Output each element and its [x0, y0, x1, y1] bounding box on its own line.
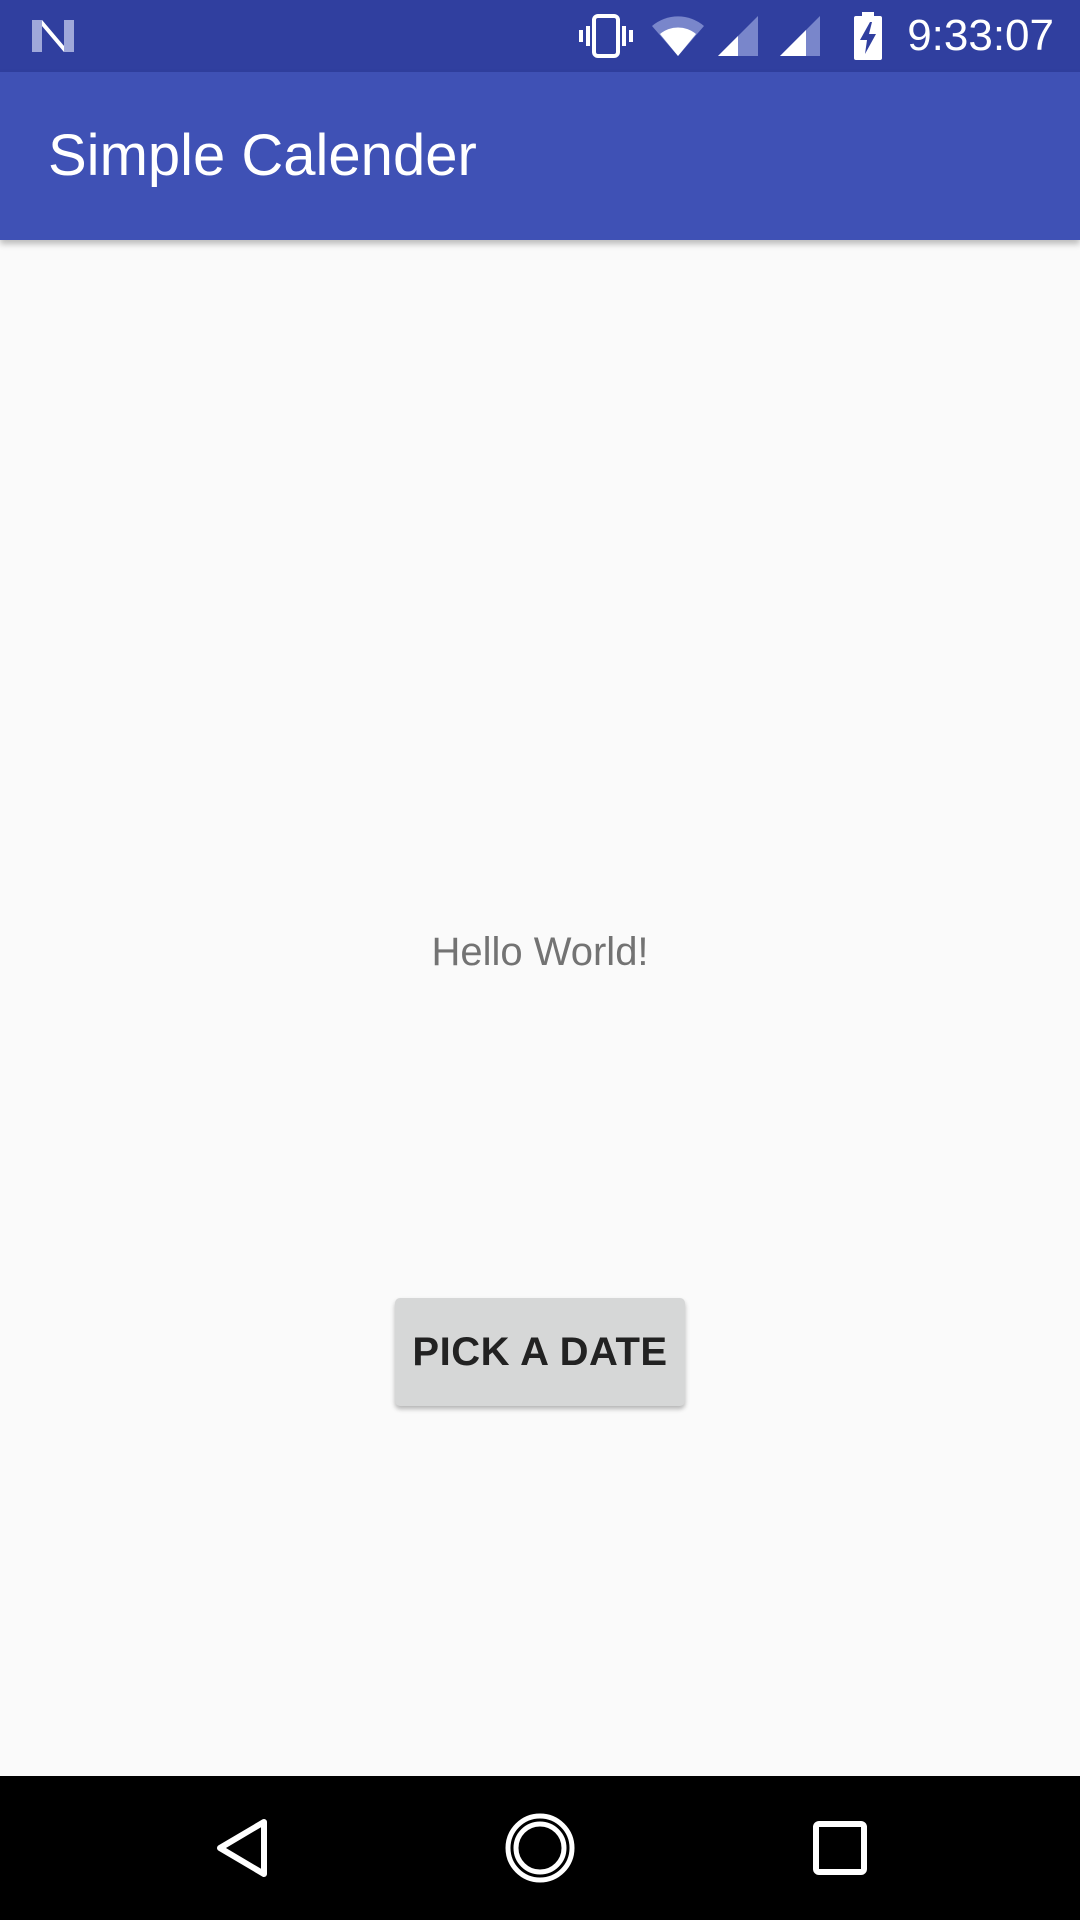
signal-icon [780, 16, 820, 56]
main-content: Hello World! PICK A DATE [0, 240, 1080, 1776]
signal-icon [718, 16, 758, 56]
pick-date-button[interactable]: PICK A DATE [395, 1298, 685, 1406]
app-bar: Simple Calender [0, 72, 1080, 240]
home-icon[interactable] [500, 1808, 580, 1888]
status-bar: 9:33:07 [0, 0, 1080, 72]
recents-icon[interactable] [800, 1808, 880, 1888]
vibrate-icon [579, 14, 633, 58]
back-icon[interactable] [202, 1808, 282, 1888]
status-clock: 9:33:07 [907, 11, 1054, 60]
app-title: Simple Calender [48, 123, 477, 188]
navigation-bar [0, 1776, 1080, 1920]
wifi-icon [652, 16, 704, 56]
battery-charging-icon [854, 12, 882, 60]
hello-text: Hello World! [431, 930, 649, 974]
notification-n-icon [32, 20, 74, 52]
